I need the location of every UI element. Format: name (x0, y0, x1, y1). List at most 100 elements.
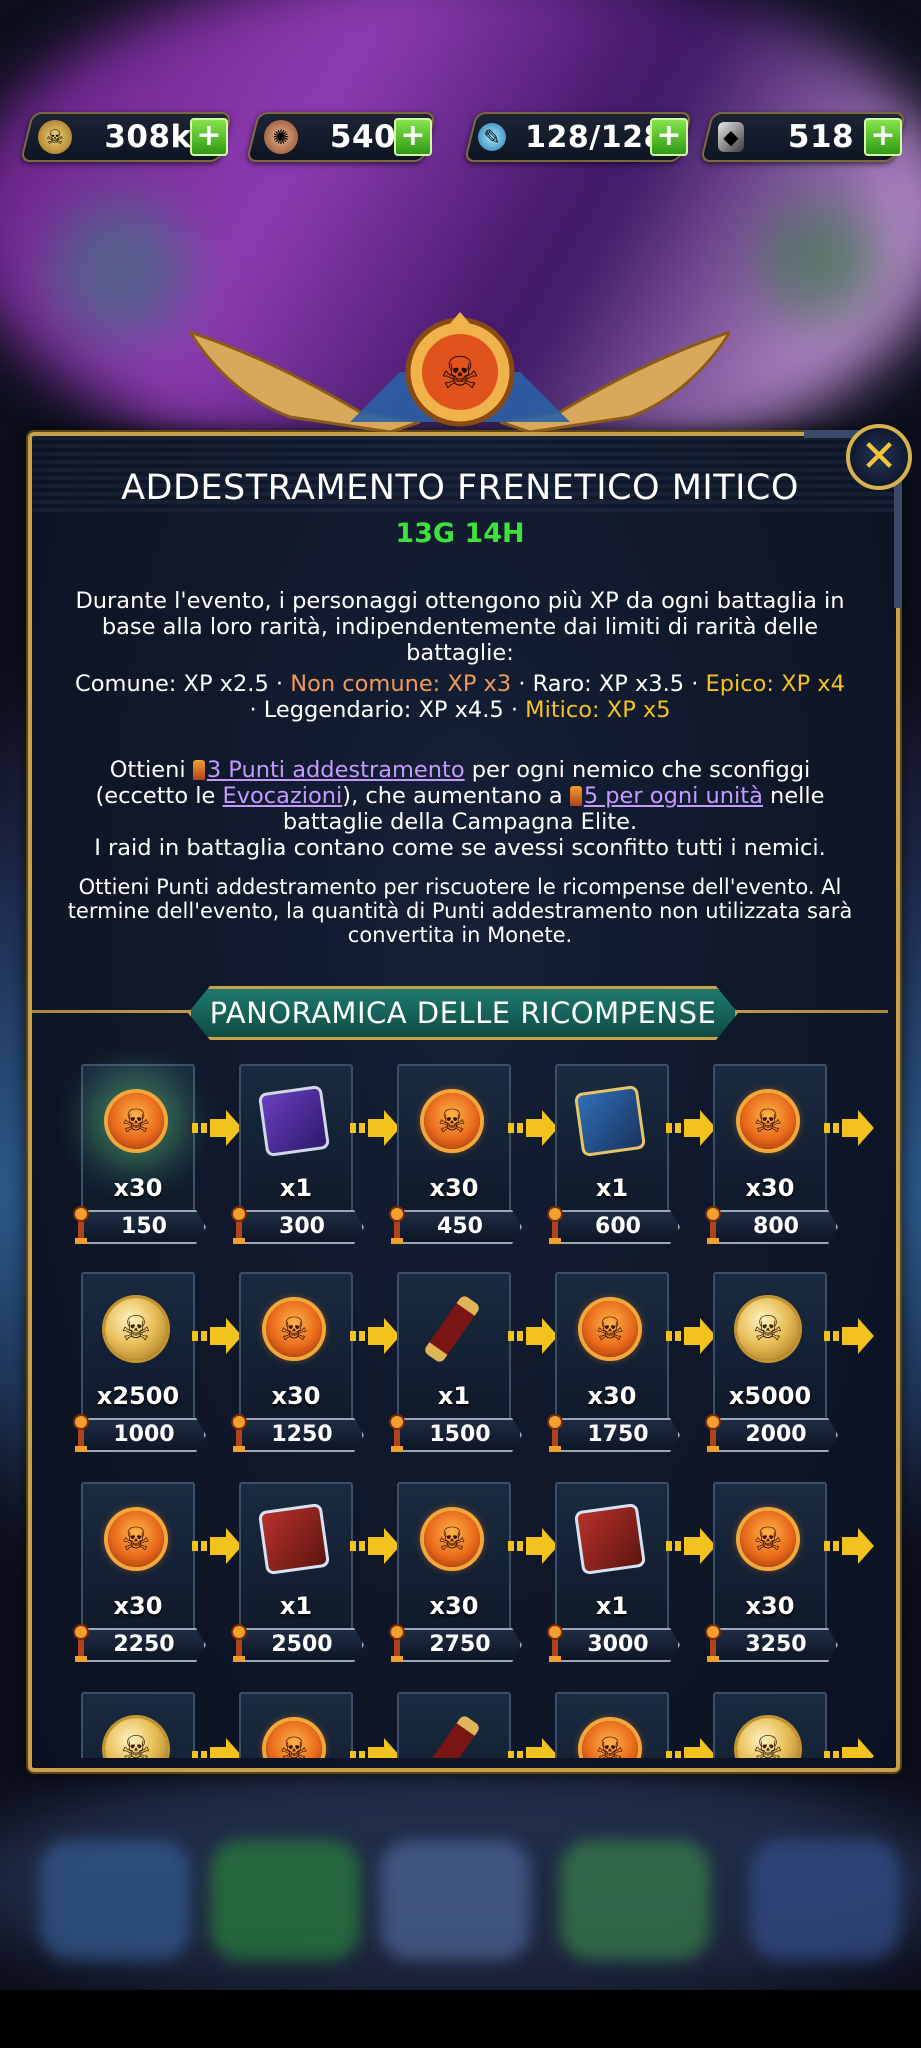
reward-slot[interactable]: ☠ x30 450 (388, 1050, 558, 1244)
reward-slot[interactable]: ☠ x2500 1000 (72, 1258, 242, 1452)
blackstone-icon: ◆ (718, 122, 744, 152)
purple-book-icon (257, 1084, 331, 1158)
add-energy-button[interactable]: + (650, 118, 688, 156)
red-book-icon (257, 1502, 331, 1576)
rarity-multipliers: Comune: XP x2.5 · Non comune: XP x3 · Ra… (75, 671, 845, 723)
resource-energy[interactable]: ✎ 128/128 + (463, 112, 693, 162)
reward-cost: 2000 (714, 1418, 838, 1452)
reward-slot[interactable] (388, 1678, 558, 1758)
event-timer: 13G 14H (395, 518, 525, 549)
reward-quantity: x1 (437, 1382, 471, 1410)
training-point-icon (388, 1206, 406, 1246)
energy-vial-icon: ✎ (478, 123, 506, 151)
reward-slot[interactable]: ☠ x30 150 (72, 1050, 242, 1244)
summons-link[interactable]: Evocazioni (223, 783, 343, 809)
red-book-icon (573, 1502, 647, 1576)
reward-cost: 1000 (82, 1418, 206, 1452)
reward-slot[interactable]: x1 2500 (230, 1468, 400, 1662)
skull-badge-icon: ☠ (101, 1086, 171, 1156)
reward-quantity: x30 (429, 1592, 479, 1620)
blue-book-icon (573, 1084, 647, 1158)
add-tokens-button[interactable]: + (394, 118, 432, 156)
training-point-icon (230, 1206, 248, 1246)
scroll-icon (417, 1294, 487, 1364)
resource-coins[interactable]: ☠ 308k + (19, 112, 233, 162)
reward-cost: 3250 (714, 1628, 838, 1662)
event-title: ADDESTRAMENTO FRENETICO MITICO (121, 468, 799, 508)
training-point-icon (546, 1414, 564, 1454)
training-point-icon (546, 1624, 564, 1664)
reward-quantity: x5000 (728, 1382, 812, 1410)
gold-coin-icon: ☠ (733, 1294, 803, 1364)
reward-quantity: x1 (279, 1174, 313, 1202)
rewards-grid[interactable]: ☠ x30 150 x1 300 ☠ x30 450 x1 600 ☠ x30 800 ☠ x2500 100… (32, 1050, 888, 1758)
skull-badge-icon: ☠ (733, 1086, 803, 1156)
reward-slot[interactable]: x1 600 (546, 1050, 716, 1244)
reward-quantity: x30 (587, 1382, 637, 1410)
reward-quantity: x1 (595, 1174, 629, 1202)
reward-cost: 2750 (398, 1628, 522, 1662)
reward-quantity: x30 (113, 1592, 163, 1620)
reward-slot[interactable]: ☠ x30 1250 (230, 1258, 400, 1452)
reward-slot[interactable]: x1 1500 (388, 1258, 558, 1452)
training-point-icon (72, 1206, 90, 1246)
reward-cost: 2250 (82, 1628, 206, 1662)
rewards-overview-banner: PANORAMICA DELLE RICOMPENSE (188, 986, 738, 1040)
reward-slot[interactable]: ☠ (72, 1678, 242, 1758)
rarity-legendary: Leggendario: XP x4.5 (263, 697, 504, 723)
reward-slot[interactable]: ☠ x30 800 (704, 1050, 874, 1244)
skull-badge-icon: ☠ (101, 1504, 171, 1574)
reward-cost: 800 (714, 1210, 838, 1244)
skull-badge-icon: ☠ (259, 1294, 329, 1364)
rarity-common: Comune: XP x2.5 (75, 671, 269, 697)
reward-slot[interactable]: ☠ (546, 1678, 716, 1758)
training-point-icon (546, 1206, 564, 1246)
reward-quantity: x30 (271, 1382, 321, 1410)
skull-badge-icon: ☠ (259, 1714, 329, 1758)
training-point-icon (388, 1414, 406, 1454)
training-point-icon (230, 1624, 248, 1664)
reward-cost: 2500 (240, 1628, 364, 1662)
reward-cost: 450 (398, 1210, 522, 1244)
reward-cost: 150 (82, 1210, 206, 1244)
claim-rewards-text: Ottieni Punti addestramento per riscuote… (67, 875, 853, 947)
reward-cost: 300 (240, 1210, 364, 1244)
raid-note: I raid in battaglia contano come se aves… (94, 835, 826, 861)
skull-badge-icon: ☠ (575, 1714, 645, 1758)
training-points-link[interactable]: 3 Punti addestramento (207, 757, 465, 783)
reward-slot[interactable]: ☠ x30 2250 (72, 1468, 242, 1662)
svg-text:☠: ☠ (440, 348, 479, 399)
training-point-icon (569, 786, 582, 806)
resource-blackstone[interactable]: ◆ 518 + (699, 112, 907, 162)
winged-skull-emblem-icon: ☠ (190, 312, 730, 432)
rarity-mythic: Mitico: XP x5 (525, 697, 671, 723)
reward-quantity: x30 (429, 1174, 479, 1202)
next-arrow-icon (824, 1528, 874, 1564)
reward-quantity: x30 (745, 1174, 795, 1202)
training-points-text: Ottieni 3 Punti addestramento per ogni n… (94, 757, 826, 861)
add-blackstone-button[interactable]: + (864, 118, 902, 156)
add-coins-button[interactable]: + (190, 118, 228, 156)
reward-slot[interactable]: x1 3000 (546, 1468, 716, 1662)
reward-slot[interactable]: ☠ x30 2750 (388, 1468, 558, 1662)
reward-slot[interactable]: ☠ (704, 1678, 874, 1758)
reward-slot[interactable]: ☠ x30 3250 (704, 1468, 874, 1662)
rarity-rare: Raro: XP x3.5 (532, 671, 685, 697)
reward-quantity: x1 (595, 1592, 629, 1620)
scroll-icon (417, 1714, 487, 1758)
reward-cost: 1500 (398, 1418, 522, 1452)
next-arrow-icon (824, 1110, 874, 1146)
training-point-icon (192, 760, 205, 780)
reward-slot[interactable]: ☠ x30 1750 (546, 1258, 716, 1452)
reward-slot[interactable]: x1 300 (230, 1050, 400, 1244)
reward-slot[interactable]: ☠ (230, 1678, 400, 1758)
event-intro-text: Durante l'evento, i personaggi ottengono… (75, 588, 845, 666)
reward-cost: 1250 (240, 1418, 364, 1452)
next-arrow-icon (824, 1738, 874, 1758)
gear-token-icon: ✺ (264, 120, 298, 154)
reward-slot[interactable]: ☠ x5000 2000 (704, 1258, 874, 1452)
training-point-icon (704, 1414, 722, 1454)
per-unit-link[interactable]: 5 per ogni unità (584, 783, 763, 809)
resource-tokens[interactable]: ✺ 540 + (245, 112, 437, 162)
reward-quantity: x30 (113, 1174, 163, 1202)
